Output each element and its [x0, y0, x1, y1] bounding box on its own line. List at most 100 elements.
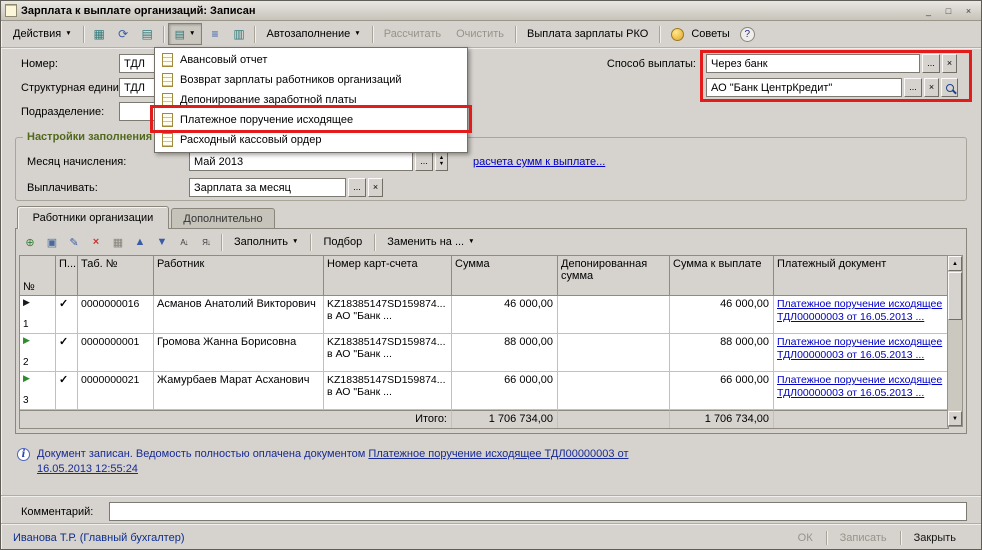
table-row[interactable]: ▶ 3 ✓ 0000000021 Жамурбаев Марат Асханов… [20, 372, 948, 410]
paid-checkbox[interactable]: ✓ [56, 372, 78, 410]
window-controls: _ □ × [920, 3, 977, 18]
accrual-month-field[interactable]: Май 2013 [189, 152, 413, 171]
edit-icon[interactable]: ✎ [64, 233, 84, 251]
tab-employees[interactable]: Работники организации [17, 206, 169, 229]
vertical-scrollbar[interactable]: ▲ ▼ [947, 255, 963, 427]
move-up-icon[interactable]: ▲ [130, 233, 150, 251]
payment-doc-link[interactable]: Платежное поручение исходящее [777, 336, 944, 349]
help-icon[interactable]: ? [740, 27, 755, 42]
header-deposited[interactable]: Депонированная сумма [558, 256, 670, 296]
header-row-number[interactable]: № [20, 256, 56, 296]
payment-doc-link[interactable]: Платежное поручение исходящее [777, 374, 944, 387]
totals-row: Итого: 1 706 734,00 1 706 734,00 [20, 410, 948, 428]
paid-checkbox[interactable]: ✓ [56, 296, 78, 334]
delete-icon[interactable]: × [86, 233, 106, 251]
menu-item-salary-return[interactable]: Возврат зарплаты работников организаций [155, 70, 467, 90]
row-marker-icon: ▶ [23, 374, 30, 383]
cell-to-pay: 88 000,00 [670, 334, 774, 372]
toolbar-separator [372, 26, 373, 43]
tab-additional[interactable]: Дополнительно [171, 208, 275, 228]
payment-doc-link[interactable]: Платежное поручение исходящее [777, 298, 944, 311]
header-to-pay[interactable]: Сумма к выплате [670, 256, 774, 296]
bank-select-button[interactable]: ... [904, 78, 922, 97]
menu-item-outgoing-payment-order[interactable]: Платежное поручение исходящее [155, 110, 467, 130]
cell-to-pay: 66 000,00 [670, 372, 774, 410]
cell-tab-no: 0000000016 [78, 296, 154, 334]
header-doc[interactable]: Платежный документ [774, 256, 948, 296]
document-icon [162, 73, 173, 87]
fill-settings-title: Настройки заполнения [23, 131, 156, 143]
table-icon[interactable]: ▦ [88, 23, 111, 45]
enter-on-basis-button[interactable]: ▤ ▼ [168, 23, 203, 45]
cell-amount: 46 000,00 [452, 296, 558, 334]
pay-what-field[interactable]: Зарплата за месяц [189, 178, 346, 197]
pay-rko-button[interactable]: Выплата зарплаты РКО [520, 23, 655, 45]
document-list-icon[interactable]: ≡ [203, 23, 226, 45]
payment-doc-link[interactable]: ТДЛ00000003 от 16.05.2013 ... [777, 349, 944, 362]
bank-search-button[interactable] [941, 78, 958, 97]
actions-menu-button[interactable]: Действия ▼ [6, 23, 79, 45]
clear-button[interactable]: Очистить [449, 23, 511, 45]
header-amount[interactable]: Сумма [452, 256, 558, 296]
refresh-icon[interactable]: ⟳ [112, 23, 135, 45]
save-button[interactable]: Записать [827, 530, 900, 546]
copy-document-icon[interactable]: ▤ [136, 23, 159, 45]
chevron-down-icon: ▼ [468, 239, 474, 246]
sort-desc-icon[interactable]: Я↓ [196, 233, 216, 251]
ok-button[interactable]: ОК [785, 530, 826, 546]
menu-item-salary-deposit[interactable]: Депонирование заработной платы [155, 90, 467, 110]
fill-button[interactable]: Заполнить ▼ [227, 233, 305, 251]
payout-calc-date-link[interactable]: расчета сумм к выплате... [473, 156, 605, 168]
scrollbar-thumb[interactable] [948, 272, 962, 320]
table-row[interactable]: ▶ 2 ✓ 0000000001 Громова Жанна Борисовна… [20, 334, 948, 372]
pay-what-select-button[interactable]: ... [348, 178, 366, 197]
toolbar-separator [659, 26, 660, 43]
cell-deposited [558, 372, 670, 410]
add-icon[interactable]: ⊕ [20, 233, 40, 251]
header-account[interactable]: Номер карт-счета [324, 256, 452, 296]
payment-doc-link[interactable]: ТДЛ00000003 от 16.05.2013 ... [777, 311, 944, 324]
sort-asc-icon[interactable]: А↓ [174, 233, 194, 251]
menu-item-advance-report[interactable]: Авансовый отчет [155, 50, 467, 70]
reorder-icon[interactable]: ▦ [108, 233, 128, 251]
tips-button[interactable]: Советы [664, 23, 736, 45]
accrual-month-spinner[interactable]: ▲ ▼ [435, 152, 448, 171]
toolbar-separator [515, 26, 516, 43]
document-icon [5, 4, 17, 17]
magnifier-icon [946, 84, 954, 92]
calculate-button[interactable]: Рассчитать [377, 23, 448, 45]
toolbar-separator [374, 234, 375, 251]
pay-what-clear-icon[interactable]: × [368, 178, 383, 197]
document-icon [162, 53, 173, 67]
payment-doc-link[interactable]: ТДЛ00000003 от 16.05.2013 ... [777, 387, 944, 400]
maximize-button[interactable]: □ [940, 3, 957, 18]
scroll-down-icon[interactable]: ▼ [948, 411, 962, 426]
bank-field[interactable]: АО "Банк ЦентрКредит" [706, 78, 902, 97]
payment-method-clear-icon[interactable]: × [942, 54, 957, 73]
accrual-month-select-button[interactable]: ... [415, 152, 433, 171]
toolbar-separator [83, 26, 84, 43]
replace-with-button[interactable]: Заменить на ... ▼ [380, 233, 481, 251]
autofill-button[interactable]: Автозаполнение ▼ [259, 23, 367, 45]
comment-input[interactable] [109, 502, 967, 521]
minimize-button[interactable]: _ [920, 3, 937, 18]
close-document-button[interactable]: Закрыть [901, 530, 969, 546]
copy-icon[interactable]: ▣ [42, 233, 62, 251]
close-button[interactable]: × [960, 3, 977, 18]
payment-method-select-button[interactable]: ... [922, 54, 940, 73]
payment-method-field[interactable]: Через банк [706, 54, 920, 73]
pick-button[interactable]: Подбор [316, 233, 369, 251]
comment-label: Комментарий: [21, 506, 93, 518]
table-row[interactable]: ▶ 1 ✓ 0000000016 Асманов Анатолий Виктор… [20, 296, 948, 334]
header-flag[interactable]: П... [56, 256, 78, 296]
header-employee[interactable]: Работник [154, 256, 324, 296]
pay-what-label: Выплачивать: [27, 182, 98, 194]
structure-icon[interactable]: ▥ [227, 23, 250, 45]
header-tab-no[interactable]: Таб. № [78, 256, 154, 296]
paid-checkbox[interactable]: ✓ [56, 334, 78, 372]
move-down-icon[interactable]: ▼ [152, 233, 172, 251]
menu-item-cash-order[interactable]: Расходный кассовый ордер [155, 130, 467, 150]
totals-deposited [558, 410, 670, 428]
scroll-up-icon[interactable]: ▲ [948, 256, 962, 271]
bank-clear-icon[interactable]: × [924, 78, 939, 97]
